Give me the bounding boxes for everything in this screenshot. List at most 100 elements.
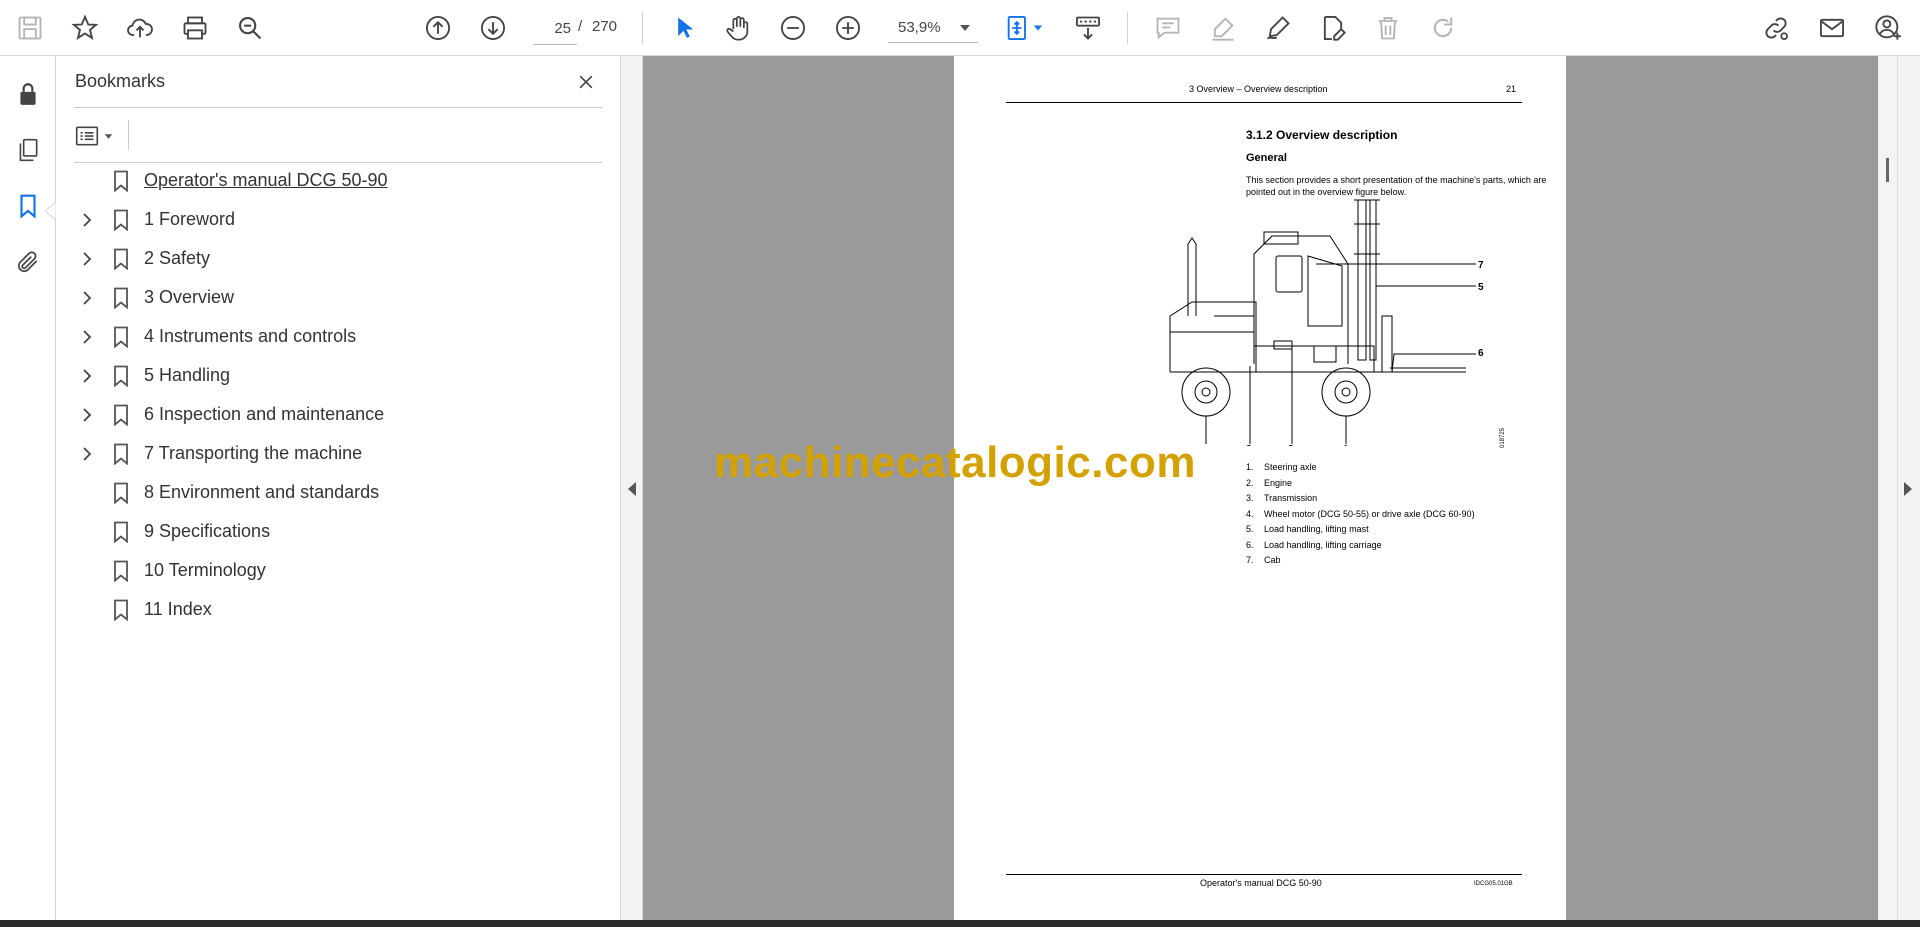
bookmark-label: Operator's manual DCG 50-90 [144, 170, 388, 190]
redo-icon[interactable] [1427, 12, 1459, 44]
bookmark-label: 9 Specifications [144, 521, 271, 541]
bookmark-label: 4 Instruments and controls [144, 326, 357, 346]
panel-title: Bookmarks [75, 71, 166, 91]
bookmark-item[interactable]: Operator's manual DCG 50-90 [74, 166, 594, 196]
figure-code: 018725 [1500, 427, 1506, 448]
next-page-icon[interactable] [477, 12, 509, 44]
chevron-down-icon [104, 133, 113, 139]
chevron-right-icon[interactable] [78, 445, 96, 463]
bookmark-icon [114, 560, 128, 582]
bookmark-label: 11 Index [144, 599, 212, 619]
page-header-number: 21 [1506, 84, 1517, 94]
page-number-input[interactable] [533, 12, 577, 45]
bookmark-item[interactable]: 11 Index [74, 595, 594, 625]
bookmark-label: 6 Inspection and maintenance [144, 404, 385, 424]
bookmark-icon [114, 443, 128, 465]
bookmark-icon [114, 599, 128, 621]
bookmark-icon [114, 170, 128, 192]
print-icon[interactable] [179, 12, 211, 44]
chevron-down-icon[interactable] [1030, 12, 1046, 44]
bookmark-item[interactable]: 1 Foreword [74, 205, 594, 235]
bookmark-options-button[interactable] [74, 120, 122, 152]
bookmark-star-icon[interactable] [69, 12, 101, 44]
share-link-icon[interactable] [1760, 12, 1792, 44]
active-indicator-icon [45, 202, 56, 220]
callout-label: 2 [1246, 444, 1252, 446]
bookmark-item[interactable]: 2 Safety [74, 244, 594, 274]
page-footer-title: Operator's manual DCG 50-90 [1200, 878, 1322, 888]
list-item-number: 5. [1246, 524, 1254, 534]
chevron-right-icon[interactable] [78, 250, 96, 268]
scrollbar-thumb[interactable] [1886, 158, 1889, 182]
bookmark-item[interactable]: 5 Handling [74, 361, 594, 391]
bookmark-icon [114, 482, 128, 504]
bookmark-label: 10 Terminology [144, 560, 266, 580]
lock-icon[interactable] [12, 78, 44, 110]
page-total: 270 [592, 18, 618, 35]
account-icon[interactable] [1872, 12, 1904, 44]
list-item-number: 7. [1246, 555, 1254, 565]
bookmarks-panel: Bookmarks Operator's manual DCG 50-90 1 F… [56, 56, 621, 920]
upload-cloud-icon[interactable] [124, 12, 156, 44]
scroll-mode-icon[interactable] [1072, 12, 1104, 44]
taskbar-strip [0, 920, 1920, 927]
callout-label: 4 [1342, 444, 1348, 446]
highlight-icon[interactable] [1207, 12, 1239, 44]
previous-page-icon[interactable] [422, 12, 454, 44]
save-icon[interactable] [14, 12, 46, 44]
pages-icon[interactable] [12, 134, 44, 166]
bookmark-icon [114, 404, 128, 426]
section-heading: 3.1.2 Overview description [1246, 128, 1398, 142]
section-subheading: General [1246, 152, 1287, 164]
page-header-title: 3 Overview – Overview description [1189, 84, 1328, 94]
chevron-left-icon [628, 482, 636, 496]
bookmark-item[interactable]: 7 Transporting the machine [74, 439, 594, 469]
bookmark-icon [114, 248, 128, 270]
panel-divider [74, 107, 602, 108]
bookmark-icon [114, 326, 128, 348]
list-item-number: 2. [1246, 477, 1254, 488]
chevron-right-icon[interactable] [78, 367, 96, 385]
bookmark-item[interactable]: 8 Environment and standards [74, 478, 594, 508]
list-item-text: Cab [1264, 555, 1281, 565]
list-item-text: Load handling, lifting carriage [1264, 539, 1382, 550]
bookmark-item[interactable]: 3 Overview [74, 283, 594, 313]
email-icon[interactable] [1816, 12, 1848, 44]
chevron-right-icon[interactable] [78, 406, 96, 424]
bookmark-label: 1 Foreword [144, 209, 236, 229]
sign-pen-icon[interactable] [1262, 12, 1294, 44]
zoom-out-icon[interactable] [777, 12, 809, 44]
list-item-number: 4. [1246, 508, 1254, 519]
chevron-right-icon[interactable] [78, 289, 96, 307]
list-item-text: Wheel motor (DCG 50-55) or drive axle (D… [1264, 508, 1475, 519]
panel-divider [74, 162, 602, 163]
list-options-icon [75, 126, 99, 146]
hand-pan-icon[interactable] [722, 12, 754, 44]
zoom-search-icon[interactable] [234, 12, 266, 44]
zoom-in-icon[interactable] [832, 12, 864, 44]
comment-icon[interactable] [1152, 12, 1184, 44]
close-icon[interactable] [572, 68, 600, 96]
bookmark-item[interactable]: 6 Inspection and maintenance [74, 400, 594, 430]
list-item-number: 3. [1246, 493, 1254, 503]
watermark-text: machinecatalogic.com [714, 438, 1196, 487]
bookmark-item[interactable]: 10 Terminology [74, 556, 594, 586]
panel-divider [128, 120, 129, 150]
bookmark-item[interactable]: 9 Specifications [74, 517, 594, 547]
bookmarks-icon[interactable] [12, 190, 44, 222]
select-pointer-icon[interactable] [668, 12, 700, 44]
zoom-select[interactable]: 53,9% [888, 12, 978, 43]
attachment-icon[interactable] [12, 246, 44, 278]
list-item-text: Load handling, lifting mast [1264, 524, 1369, 534]
edit-pdf-icon[interactable] [1317, 12, 1349, 44]
delete-icon[interactable] [1372, 12, 1404, 44]
chevron-right-icon[interactable] [78, 328, 96, 346]
section-paragraph: This section provides a short presentati… [1246, 175, 1547, 197]
bookmark-item[interactable]: 4 Instruments and controls [74, 322, 594, 352]
list-item-number: 1. [1246, 462, 1254, 472]
bookmark-label: 8 Environment and standards [144, 482, 380, 502]
page-separator: / [578, 18, 583, 35]
chevron-right-icon[interactable] [78, 211, 96, 229]
vertical-scrollbar[interactable] [1878, 56, 1898, 920]
list-item-text: Steering axle [1264, 462, 1317, 472]
